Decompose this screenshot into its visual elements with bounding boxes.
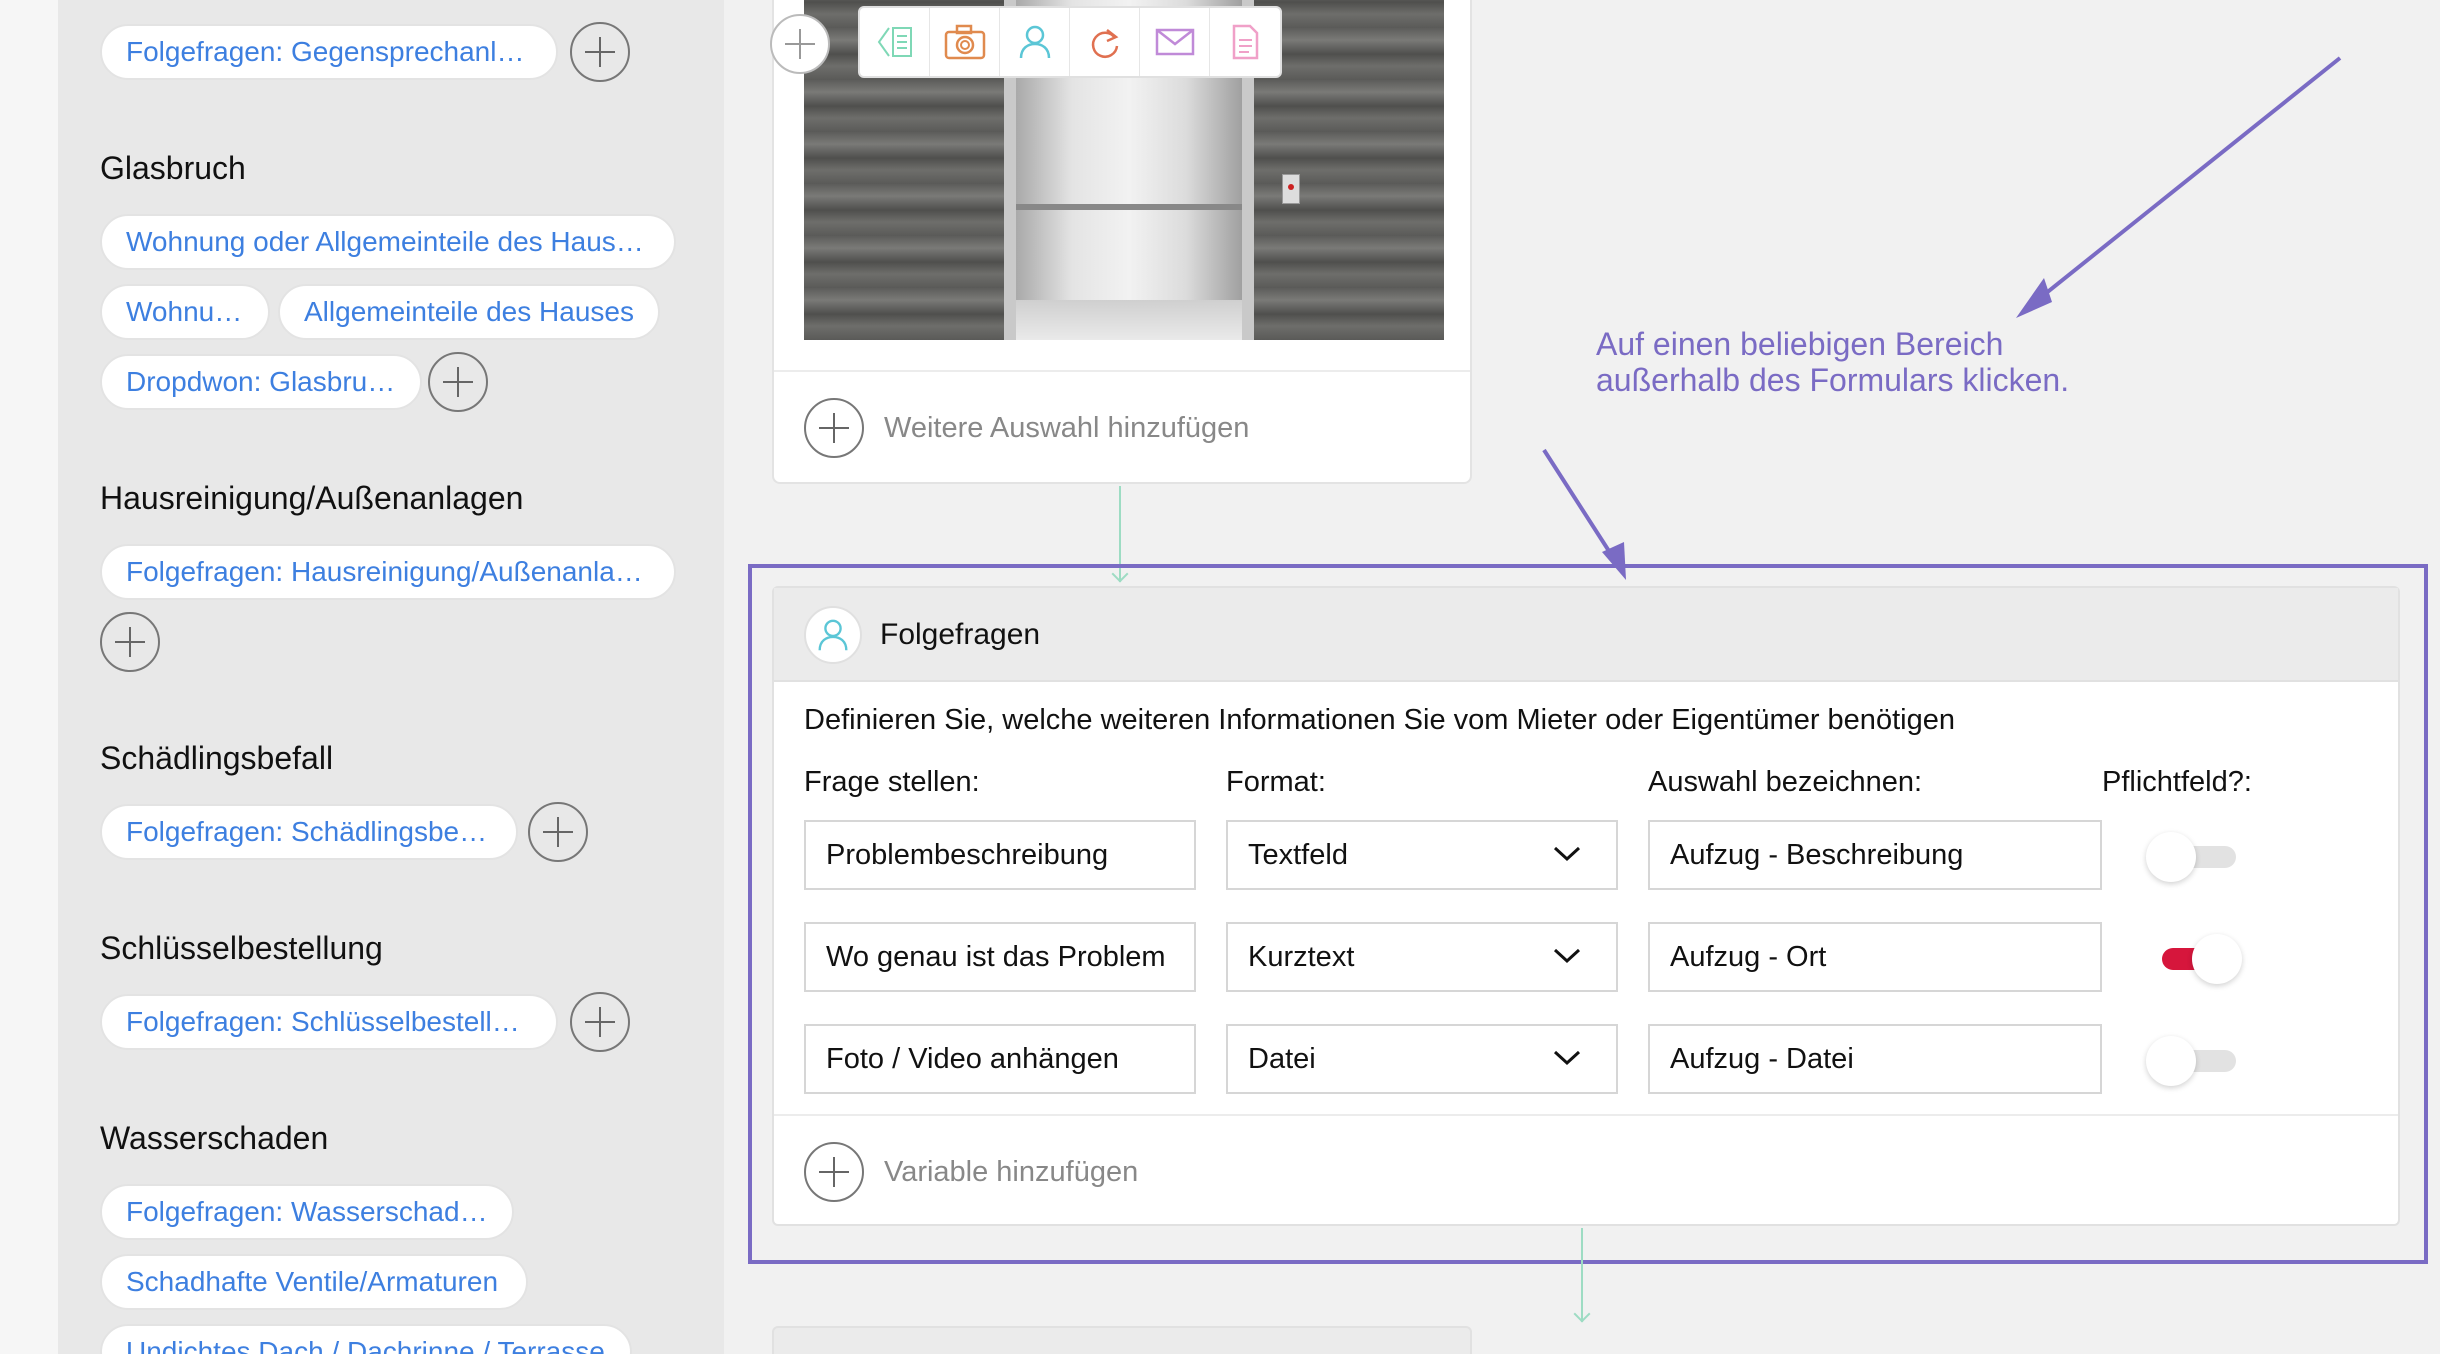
add-chip-button[interactable] [570,22,630,82]
chevron-down-icon [1553,1050,1581,1066]
section-heading-glasbruch: Glasbruch [100,150,246,186]
folgefragen-description: Definieren Sie, welche weiteren Informat… [804,704,1955,736]
chip-undichtes-dach[interactable]: Undichtes Dach / Dachrinne / Terrasse [100,1324,632,1354]
folgefragen-card: Folgefragen Definieren Sie, welche weite… [772,586,2400,1226]
format-select-value: Kurztext [1248,941,1355,973]
add-selection-row[interactable]: Weitere Auswahl hinzufügen [774,370,1470,482]
chevron-down-icon [1553,948,1581,964]
chip-folgefragen-schluesselbestellung[interactable]: Folgefragen: Schlüsselbestellung [100,994,558,1050]
left-gutter [0,0,58,1354]
section-heading-schluesselbestellung: Schlüsselbestellung [100,930,383,966]
add-chip-button[interactable] [528,802,588,862]
chip-folgefragen-hausreinigung[interactable]: Folgefragen: Hausreinigung/Außenanlag… [100,544,676,600]
annotation-line-2: außerhalb des Formulars klicken. [1596,362,2070,398]
add-selection-label[interactable]: Weitere Auswahl hinzufügen [884,412,1249,445]
redo-icon[interactable] [1070,8,1140,76]
add-chip-button[interactable] [428,352,488,412]
add-block-button[interactable] [770,14,830,74]
chip-dropdwon-glasbruch[interactable]: Dropdwon: Glasbruch [100,354,422,410]
column-label-format: Format: [1226,766,1326,798]
column-label-auswahl: Auswahl bezeichnen: [1648,766,1923,798]
add-variable-label[interactable]: Variable hinzufügen [884,1156,1138,1189]
format-select[interactable]: Textfeld [1226,820,1618,890]
column-label-pflichtfeld: Pflichtfeld?: [2102,766,2252,798]
user-icon [804,606,862,664]
user-icon[interactable] [1000,8,1070,76]
question-input[interactable]: Wo genau ist das Problem [804,922,1196,992]
label-input[interactable]: Aufzug - Datei [1648,1024,2102,1094]
annotation-arrowhead-upper [2016,278,2052,318]
add-selection-button[interactable] [804,398,864,458]
label-input[interactable]: Aufzug - Beschreibung [1648,820,2102,890]
annotation-line-1: Auf einen beliebigen Bereich [1596,326,2004,362]
section-heading-wasserschaden: Wasserschaden [100,1120,329,1156]
required-toggle[interactable] [2146,930,2242,986]
add-variable-button[interactable] [804,1142,864,1202]
document-icon[interactable] [1210,8,1280,76]
camera-icon[interactable] [930,8,1000,76]
chip-folgefragen-gegensprechanlage[interactable]: Folgefragen: Gegensprechanlage [100,24,558,80]
chip-folgefragen-schaedlingsbefall[interactable]: Folgefragen: Schädlingsbefall [100,804,518,860]
column-label-frage: Frage stellen: [804,766,980,798]
chip-wohnung-oder-allgemeinteile[interactable]: Wohnung oder Allgemeinteile des Hause… [100,214,676,270]
flow-arrow-icon [1573,1305,1591,1323]
chip-schadhafte-ventile[interactable]: Schadhafte Ventile/Armaturen [100,1254,528,1310]
category-sidebar: Folgefragen: Gegensprechanlage Glasbruch… [58,0,724,1354]
format-select-value: Datei [1248,1043,1316,1075]
format-select-value: Textfeld [1248,839,1348,871]
annotation-arrow-lower [1542,448,1618,564]
label-input[interactable]: Aufzug - Ort [1648,922,2102,992]
add-chip-button[interactable] [570,992,630,1052]
section-heading-schaedlingsbefall: Schädlingsbefall [100,740,334,776]
add-variable-row[interactable]: Variable hinzufügen [774,1114,2398,1224]
list-arrow-icon[interactable] [860,8,930,76]
question-input[interactable]: Foto / Video anhängen [804,1024,1196,1094]
chevron-down-icon [1553,846,1581,862]
section-heading-hausreinigung: Hausreinigung/Außenanlagen [100,480,524,516]
chip-allgemeinteile-des-hauses[interactable]: Allgemeinteile des Hauses [278,284,660,340]
format-select[interactable]: Kurztext [1226,922,1618,992]
annotation-arrow-upper [2028,56,2342,308]
block-toolbar [858,6,1282,78]
chip-wohnung[interactable]: Wohnung [100,284,270,340]
required-toggle[interactable] [2146,828,2242,884]
format-select[interactable]: Datei [1226,1024,1618,1094]
mail-icon[interactable] [1140,8,1210,76]
folgefragen-title: Folgefragen [880,618,1041,651]
folgefragen-header: Folgefragen [774,588,2398,682]
chip-folgefragen-wasserschaden[interactable]: Folgefragen: Wasserschaden [100,1184,514,1240]
add-chip-button[interactable] [100,612,160,672]
annotation-text: Auf einen beliebigen Bereich außerhalb d… [1596,326,2069,398]
required-toggle[interactable] [2146,1032,2242,1088]
question-input[interactable]: Problembeschreibung [804,820,1196,890]
next-block-card [772,1326,1472,1354]
